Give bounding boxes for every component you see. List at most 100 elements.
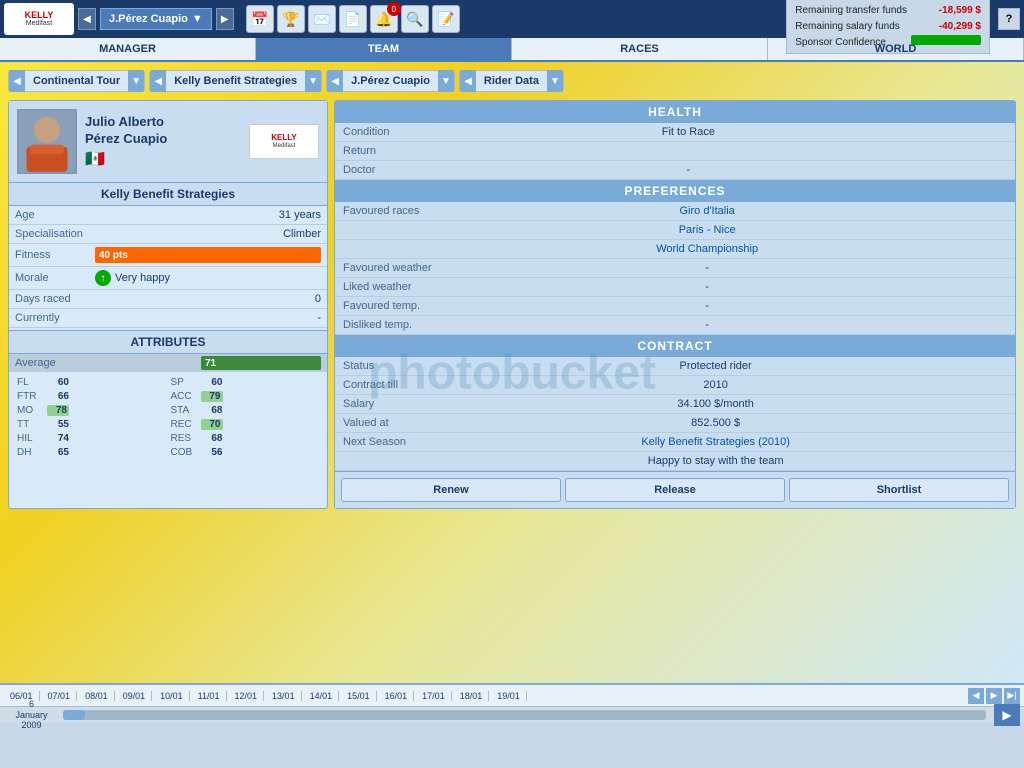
right-panel: HEALTH Condition Fit to Race Return Doct… [334, 100, 1016, 509]
attr-sta: STA 68 [169, 404, 322, 417]
contract-buttons: Renew Release Shortlist [335, 471, 1015, 508]
contract-salary: Salary 34.100 $/month [335, 395, 1015, 414]
bc-rider-left[interactable]: ◀ [327, 70, 343, 92]
player-nav-prev[interactable]: ◀ [78, 8, 96, 30]
document-icon[interactable]: 📄 [339, 5, 367, 33]
tl-date-5: 11/01 [192, 691, 227, 701]
content-area: ◀ Continental Tour ▼ ◀ Kelly Benefit Str… [0, 62, 1024, 683]
tl-date-4: 10/01 [154, 691, 190, 701]
bc-rider-right[interactable]: ▼ [438, 70, 454, 92]
dropdown-icon: ▼ [192, 13, 203, 25]
attr-cob: COB 56 [169, 446, 322, 459]
contract-header: CONTRACT [335, 335, 1015, 357]
tl-date-8: 14/01 [304, 691, 340, 701]
logo: KELLY Medifast [4, 3, 74, 35]
attr-mo: MO 78 [15, 404, 168, 417]
bc-left-arrow[interactable]: ◀ [9, 70, 25, 92]
scrollbar-thumb[interactable] [63, 710, 85, 720]
pref-race-1: Favoured races Giro d'Italia [335, 202, 1015, 221]
bc-team-right[interactable]: ▼ [305, 70, 321, 92]
health-condition: Condition Fit to Race [335, 123, 1015, 142]
attr-hil: HIL 74 [15, 432, 168, 445]
avg-bar: Average 71 [9, 354, 327, 372]
remaining-transfer-value: -18,599 $ [909, 3, 983, 19]
bc-view: ◀ Rider Data ▼ [459, 70, 564, 92]
team-logo-sub: Medifast [273, 143, 296, 149]
bc-continental-tour: ◀ Continental Tour ▼ [8, 70, 145, 92]
logo-text: KELLY [25, 11, 54, 21]
bc-team-left[interactable]: ◀ [150, 70, 166, 92]
nav-bar: MANAGER TEAM RACES WORLD [0, 38, 1024, 62]
top-bar: KELLY Medifast ◀ J.Pérez Cuapio ▼ ▶ 📅 🏆 … [0, 0, 1024, 38]
attr-fl: FL 60 [15, 376, 168, 389]
help-button[interactable]: ? [998, 8, 1020, 30]
main-panel: Julio Alberto Pérez Cuapio 🇲🇽 KELLY Medi… [8, 100, 1016, 509]
tl-date-13: 19/01 [491, 691, 527, 701]
avg-bar-inner: 71 [201, 356, 321, 370]
health-return: Return [335, 142, 1015, 161]
remaining-salary-label: Remaining salary funds [793, 19, 909, 35]
bottom-area: 06/01 07/01 08/01 09/01 10/01 11/01 12/0… [0, 683, 1024, 733]
tl-date-9: 15/01 [341, 691, 377, 701]
attr-grid: FL 60 SP 60 FTR 66 ACC 79 MO 78 [9, 372, 327, 463]
date-info-label: 6 January 2009 [4, 699, 59, 731]
bc-label-team: Kelly Benefit Strategies [166, 75, 305, 87]
attr-rec: REC 70 [169, 418, 322, 431]
bc-view-right[interactable]: ▼ [547, 70, 563, 92]
contract-status: Status Protected rider [335, 357, 1015, 376]
top-icons: 📅 🏆 ✉️ 📄 🔔 0 🔍 📝 [246, 5, 460, 33]
tl-date-12: 18/01 [454, 691, 490, 701]
bc-view-left[interactable]: ◀ [460, 70, 476, 92]
timeline-end-btn[interactable]: ▶| [1004, 688, 1020, 704]
scrollbar[interactable] [63, 710, 986, 720]
attr-res: RES 68 [169, 432, 322, 445]
envelope-icon[interactable]: ✉️ [308, 5, 336, 33]
fitness-bar: 40 pts [95, 247, 321, 263]
stat-days-raced: Days raced 0 [9, 290, 327, 309]
pref-weather-liked: Liked weather - [335, 278, 1015, 297]
player-name-label: J.Pérez Cuapio [109, 13, 188, 25]
rider-name: Julio Alberto Pérez Cuapio [85, 114, 241, 148]
nav-team[interactable]: TEAM [256, 38, 512, 60]
attr-dh: DH 65 [15, 446, 168, 459]
tl-date-11: 17/01 [416, 691, 452, 701]
timeline-next-btn[interactable]: ▶ [986, 688, 1002, 704]
nav-world[interactable]: WORLD [768, 38, 1024, 60]
stat-specialisation: Specialisation Climber [9, 225, 327, 244]
notes-icon[interactable]: 📝 [432, 5, 460, 33]
tl-date-3: 09/01 [117, 691, 153, 701]
stat-currently: Currently - [9, 309, 327, 328]
search-icon[interactable]: 🔍 [401, 5, 429, 33]
attributes-header: ATTRIBUTES [9, 330, 327, 354]
bc-right-arrow[interactable]: ▼ [128, 70, 144, 92]
breadcrumb: ◀ Continental Tour ▼ ◀ Kelly Benefit Str… [8, 70, 1016, 92]
morale-label: Very happy [115, 272, 170, 284]
bc-team: ◀ Kelly Benefit Strategies ▼ [149, 70, 322, 92]
play-button[interactable]: ▶ [994, 704, 1020, 726]
tl-date-6: 12/01 [229, 691, 265, 701]
health-table: Condition Fit to Race Return Doctor - [335, 123, 1015, 180]
attr-acc: ACC 79 [169, 390, 322, 403]
alert-badge: 0 [387, 2, 401, 16]
trophy-icon[interactable]: 🏆 [277, 5, 305, 33]
bc-label-tour: Continental Tour [25, 75, 128, 87]
pref-race-3: World Championship [335, 240, 1015, 259]
preferences-header: PREFERENCES [335, 180, 1015, 202]
health-header: HEALTH [335, 101, 1015, 123]
timeline-prev-btn[interactable]: ◀ [968, 688, 984, 704]
calendar-icon[interactable]: 📅 [246, 5, 274, 33]
scrollbar-row: 6 January 2009 ▶ [0, 707, 1024, 723]
player-nav-next[interactable]: ▶ [216, 8, 234, 30]
release-button[interactable]: Release [565, 478, 785, 502]
renew-button[interactable]: Renew [341, 478, 561, 502]
nav-races[interactable]: RACES [512, 38, 768, 60]
nav-manager[interactable]: MANAGER [0, 38, 256, 60]
pref-temp-fav: Favoured temp. - [335, 297, 1015, 316]
tl-date-7: 13/01 [266, 691, 302, 701]
avg-label: Average [15, 357, 201, 369]
bc-label-rider: J.Pérez Cuapio [343, 75, 438, 87]
logo-sub: Medifast [26, 20, 52, 27]
player-name-button[interactable]: J.Pérez Cuapio ▼ [100, 8, 212, 30]
shortlist-button[interactable]: Shortlist [789, 478, 1009, 502]
alert-icon[interactable]: 🔔 0 [370, 5, 398, 33]
